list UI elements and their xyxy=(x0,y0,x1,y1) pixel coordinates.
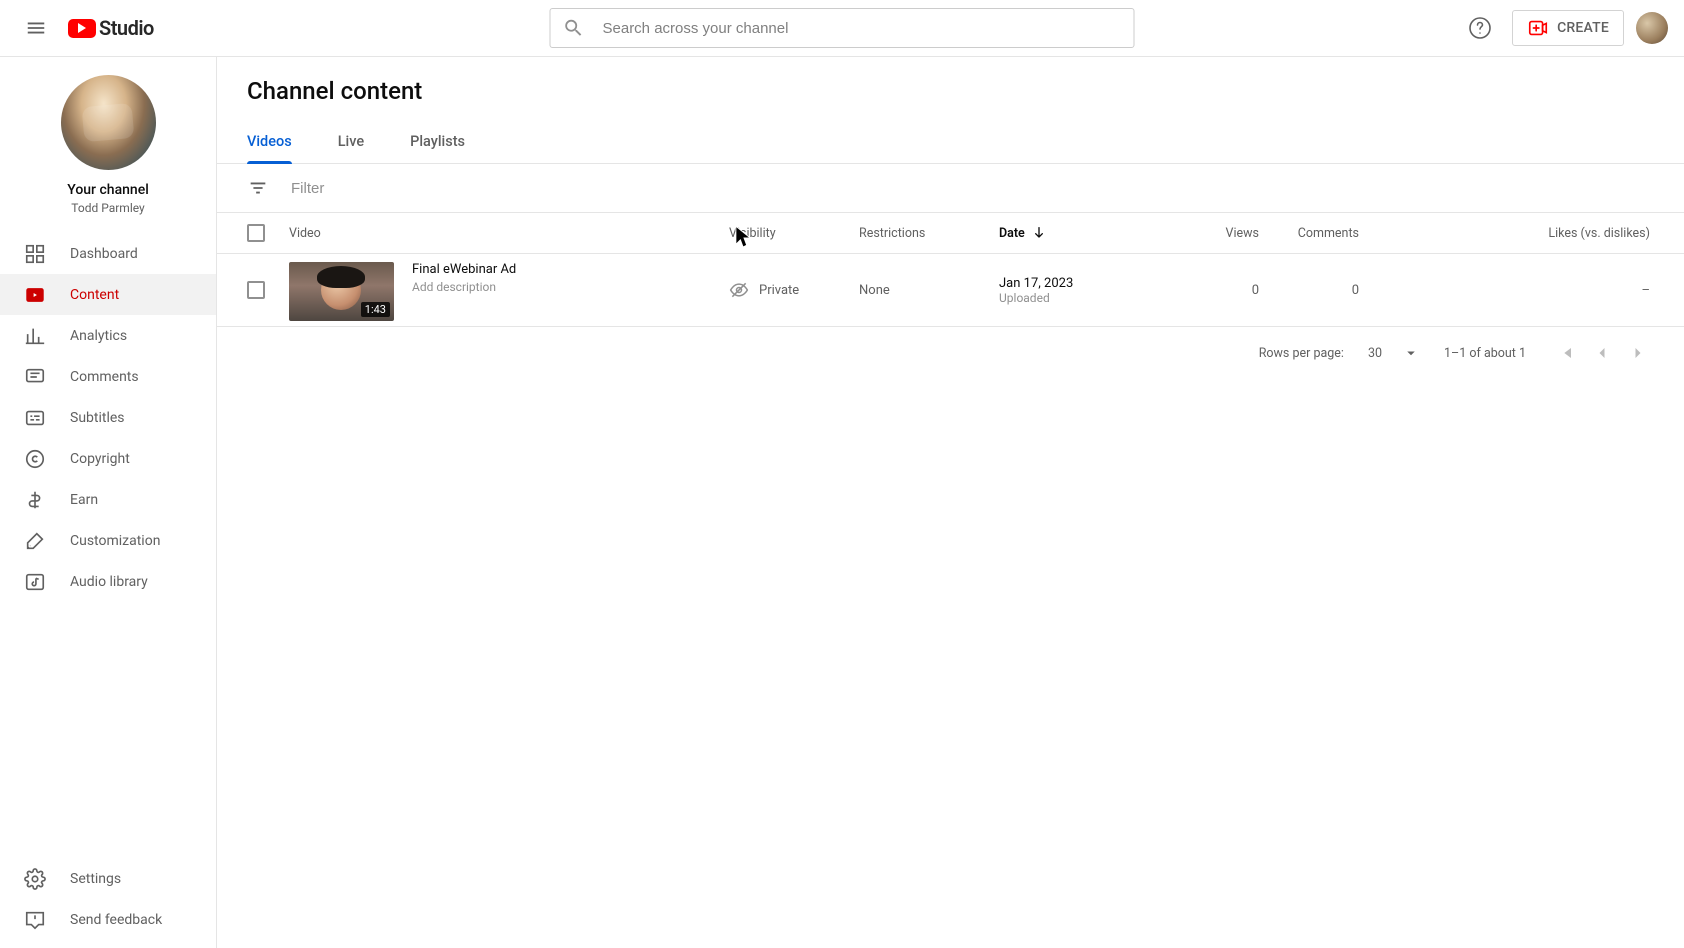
create-button-label: CREATE xyxy=(1557,20,1609,36)
sidebar-item-analytics[interactable]: Analytics xyxy=(0,315,216,356)
your-channel-label: Your channel xyxy=(0,182,216,198)
help-button[interactable] xyxy=(1460,8,1500,48)
row-checkbox[interactable] xyxy=(247,281,265,299)
page-title: Channel content xyxy=(217,57,1684,105)
sidebar-item-comments[interactable]: Comments xyxy=(0,356,216,397)
hamburger-icon xyxy=(25,17,47,39)
filter-input[interactable] xyxy=(291,180,1654,197)
audio-library-icon xyxy=(24,571,46,593)
video-duration: 1:43 xyxy=(361,302,390,317)
sidebar-item-label: Settings xyxy=(70,871,121,887)
column-header-restrictions[interactable]: Restrictions xyxy=(859,226,999,241)
channel-avatar[interactable] xyxy=(61,75,156,170)
sidebar-item-label: Earn xyxy=(70,492,98,508)
sidebar-item-label: Content xyxy=(70,287,119,303)
rows-per-page-select[interactable]: 30 xyxy=(1368,344,1420,362)
sidebar-item-label: Send feedback xyxy=(70,912,162,928)
sidebar-item-earn[interactable]: Earn xyxy=(0,479,216,520)
sidebar-item-label: Customization xyxy=(70,533,160,549)
column-header-views[interactable]: Views xyxy=(1159,226,1259,241)
sidebar-item-label: Subtitles xyxy=(70,410,125,426)
create-icon xyxy=(1527,17,1549,39)
column-header-date[interactable]: Date xyxy=(999,225,1159,241)
video-description-placeholder[interactable]: Add description xyxy=(412,280,516,294)
page-range-text: 1–1 of about 1 xyxy=(1444,346,1526,361)
date-cell: Jan 17, 2023 Uploaded xyxy=(999,276,1159,305)
search-icon xyxy=(563,17,585,39)
dashboard-icon xyxy=(24,243,46,265)
sidebar-item-copyright[interactable]: Copyright xyxy=(0,438,216,479)
date-sub: Uploaded xyxy=(999,291,1159,305)
visibility-value: Private xyxy=(759,283,799,298)
sidebar-item-label: Copyright xyxy=(70,451,130,467)
table-header-row: Video Visibility Restrictions Date Views… xyxy=(217,213,1684,254)
earn-icon xyxy=(24,489,46,511)
rows-per-page-label: Rows per page: xyxy=(1259,346,1344,361)
logo-text: Studio xyxy=(99,16,154,40)
gear-icon xyxy=(24,868,46,890)
first-page-button[interactable] xyxy=(1550,337,1582,369)
table-row[interactable]: 1:43 Final eWebinar Ad Add description P… xyxy=(217,254,1684,327)
tab-live[interactable]: Live xyxy=(338,123,364,163)
sidebar-item-label: Audio library xyxy=(70,574,148,590)
views-value: 0 xyxy=(1159,283,1259,298)
prev-page-button[interactable] xyxy=(1586,337,1618,369)
chevron-right-icon xyxy=(1628,343,1648,363)
chevron-left-icon xyxy=(1592,343,1612,363)
tab-playlists[interactable]: Playlists xyxy=(410,123,465,163)
sidebar-item-label: Dashboard xyxy=(70,246,138,262)
tab-videos[interactable]: Videos xyxy=(247,123,292,163)
first-page-icon xyxy=(1556,343,1576,363)
hamburger-menu-button[interactable] xyxy=(16,8,56,48)
feedback-icon xyxy=(24,909,46,931)
filter-icon[interactable] xyxy=(247,177,269,199)
search-input-wrapper[interactable] xyxy=(550,8,1135,48)
column-header-video[interactable]: Video xyxy=(289,226,729,241)
date-value: Jan 17, 2023 xyxy=(999,276,1159,291)
visibility-cell[interactable]: Private xyxy=(729,280,859,300)
search-input[interactable] xyxy=(603,20,1122,37)
column-header-comments[interactable]: Comments xyxy=(1259,226,1359,241)
column-header-visibility[interactable]: Visibility xyxy=(729,226,859,241)
select-all-checkbox[interactable] xyxy=(247,224,265,242)
content-icon xyxy=(24,284,46,306)
sidebar-item-audio-library[interactable]: Audio library xyxy=(0,561,216,602)
video-title[interactable]: Final eWebinar Ad xyxy=(412,262,516,277)
sidebar-item-content[interactable]: Content xyxy=(0,274,216,315)
restrictions-value: None xyxy=(859,283,999,298)
column-header-likes[interactable]: Likes (vs. dislikes) xyxy=(1359,226,1654,241)
likes-value: – xyxy=(1359,283,1654,298)
comments-value: 0 xyxy=(1259,283,1359,298)
help-icon xyxy=(1468,16,1492,40)
sidebar-item-dashboard[interactable]: Dashboard xyxy=(0,233,216,274)
channel-name: Todd Parmley xyxy=(0,201,216,215)
eye-off-icon xyxy=(729,280,749,300)
comments-icon xyxy=(24,366,46,388)
sidebar-item-subtitles[interactable]: Subtitles xyxy=(0,397,216,438)
video-thumbnail[interactable]: 1:43 xyxy=(289,262,394,321)
subtitles-icon xyxy=(24,407,46,429)
customization-icon xyxy=(24,530,46,552)
caret-down-icon xyxy=(1402,344,1420,362)
sidebar-item-label: Comments xyxy=(70,369,139,385)
sidebar-item-settings[interactable]: Settings xyxy=(0,858,216,899)
account-avatar[interactable] xyxy=(1636,12,1668,44)
youtube-play-icon xyxy=(68,19,96,38)
next-page-button[interactable] xyxy=(1622,337,1654,369)
sidebar-item-label: Analytics xyxy=(70,328,127,344)
analytics-icon xyxy=(24,325,46,347)
sidebar-item-send-feedback[interactable]: Send feedback xyxy=(0,899,216,940)
rows-per-page-value: 30 xyxy=(1368,346,1382,361)
arrow-down-icon xyxy=(1031,225,1047,241)
column-header-date-label: Date xyxy=(999,226,1025,241)
create-button[interactable]: CREATE xyxy=(1512,10,1624,46)
sidebar-item-customization[interactable]: Customization xyxy=(0,520,216,561)
channel-header: Your channel Todd Parmley xyxy=(0,57,216,229)
copyright-icon xyxy=(24,448,46,470)
content-tabs: Videos Live Playlists xyxy=(217,123,1684,164)
studio-logo[interactable]: Studio xyxy=(68,16,154,40)
